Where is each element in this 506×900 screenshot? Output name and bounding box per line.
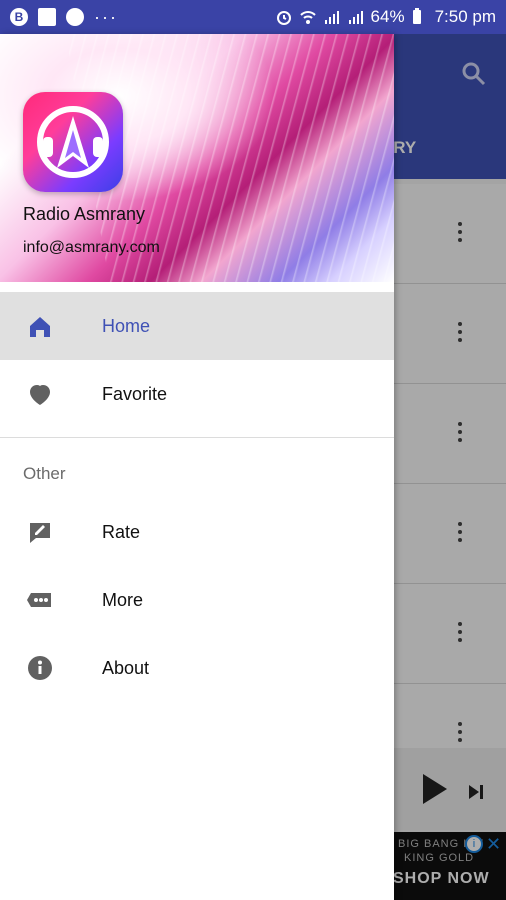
battery-icon [411, 8, 429, 26]
drawer-menu: Home Favorite Other Rate More About [0, 292, 394, 702]
rate-icon [25, 517, 55, 547]
b-icon: B [10, 8, 28, 26]
navigation-drawer: Radio Asmrany info@asmrany.com Home Favo… [0, 34, 394, 900]
menu-item-favorite[interactable]: Favorite [0, 360, 394, 428]
heart-icon [25, 379, 55, 409]
status-bar: B ··· 64% 7:50 pm [0, 0, 506, 34]
menu-item-home[interactable]: Home [0, 292, 394, 360]
more-icon [25, 585, 55, 615]
menu-item-rate[interactable]: Rate [0, 498, 394, 566]
menu-label-home: Home [102, 315, 151, 336]
menu-label-rate: Rate [102, 521, 141, 542]
menu-label-more: More [102, 589, 144, 610]
app-name: Radio Asmrany [23, 204, 146, 224]
overflow-indicator: ··· [94, 6, 118, 27]
status-right: 64% 7:50 pm [275, 0, 496, 34]
mic-icon [66, 8, 84, 26]
wifi-icon [299, 8, 317, 26]
status-left: B ··· [0, 7, 118, 28]
drawer-header: Radio Asmrany info@asmrany.com [0, 34, 394, 282]
signal-icon-2 [347, 8, 365, 26]
app-email: info@asmrany.com [23, 239, 160, 256]
app-logo [23, 92, 123, 192]
menu-label-favorite: Favorite [102, 383, 168, 404]
battery-percent: 64% [370, 7, 405, 26]
alarm-icon [275, 8, 293, 26]
menu-item-more[interactable]: More [0, 566, 394, 634]
info-icon [25, 653, 55, 683]
menu-label-about: About [102, 657, 150, 678]
section-title-other: Other [23, 464, 66, 483]
signal-icon [323, 8, 341, 26]
menu-item-about[interactable]: About [0, 634, 394, 702]
time: 7:50 pm [434, 7, 496, 26]
home-icon [25, 311, 55, 341]
image-icon [38, 8, 56, 26]
